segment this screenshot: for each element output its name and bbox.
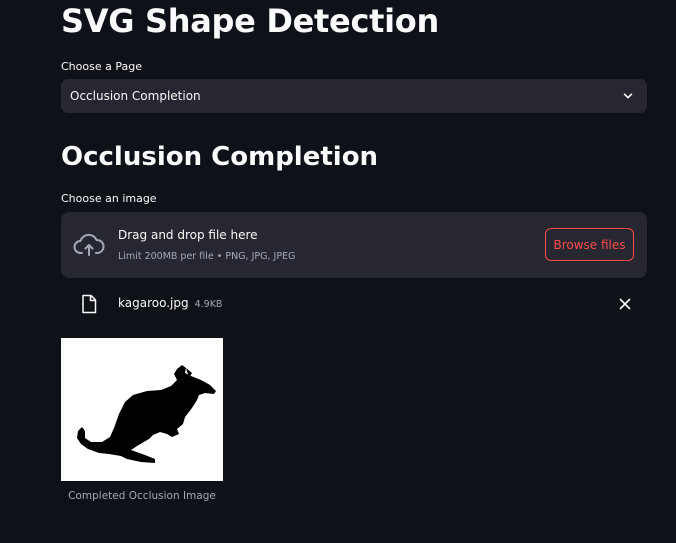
image-caption: Completed Occlusion Image <box>68 490 216 502</box>
uploaded-file-row: kagaroo.jpg 4.9KB <box>61 290 647 318</box>
file-size: 4.9KB <box>194 299 223 310</box>
page-select-label: Choose a Page <box>61 60 142 73</box>
browse-files-button[interactable]: Browse files <box>545 228 634 261</box>
dropzone-limits: Limit 200MB per file • PNG, JPG, JPEG <box>118 251 296 262</box>
section-title: Occlusion Completion <box>61 142 379 172</box>
page-title: SVG Shape Detection <box>61 2 439 40</box>
cloud-upload-icon <box>73 232 105 258</box>
file-name-text: kagaroo.jpg <box>118 296 189 310</box>
page-select-value: Occlusion Completion <box>70 89 201 103</box>
uploader-label: Choose an image <box>61 192 157 205</box>
close-icon[interactable] <box>617 296 633 312</box>
file-icon <box>80 294 98 314</box>
result-image <box>61 338 223 481</box>
dropzone-title: Drag and drop file here <box>118 228 258 242</box>
chevron-down-icon <box>621 89 635 103</box>
file-dropzone[interactable]: Drag and drop file here Limit 200MB per … <box>61 212 647 278</box>
kangaroo-silhouette <box>77 365 216 463</box>
uploaded-file-name: kagaroo.jpg 4.9KB <box>118 296 222 310</box>
page-select[interactable]: Occlusion Completion <box>61 79 647 113</box>
